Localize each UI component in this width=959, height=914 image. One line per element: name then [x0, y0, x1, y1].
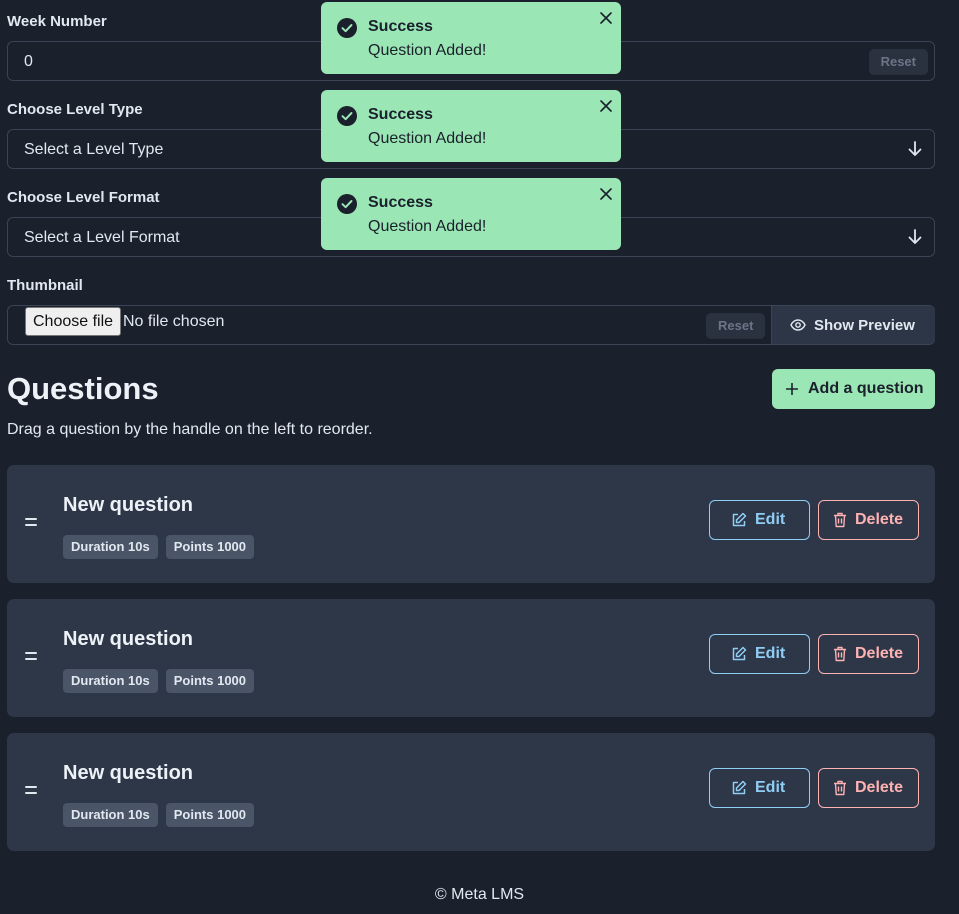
edit-label: Edit	[755, 511, 786, 528]
show-preview-button[interactable]: Show Preview	[771, 306, 935, 344]
success-toast: Success Question Added!	[321, 90, 621, 162]
success-toast: Success Question Added!	[321, 2, 621, 74]
trash-icon	[834, 780, 846, 796]
points-badge: Points 1000	[165, 669, 255, 693]
edit-icon	[732, 512, 747, 527]
toast-message: Question Added!	[368, 218, 487, 235]
check-circle-icon	[337, 18, 357, 38]
add-question-label: Add a question	[808, 380, 924, 397]
week-reset-button[interactable]: Reset	[868, 49, 928, 75]
edit-button[interactable]: Edit	[709, 768, 810, 808]
question-card: New question Duration 10s Points 1000 Ed…	[7, 733, 935, 851]
toast-message: Question Added!	[368, 130, 487, 147]
add-question-button[interactable]: Add a question	[772, 369, 935, 409]
duration-badge: Duration 10s	[63, 535, 158, 559]
edit-button[interactable]: Edit	[709, 634, 810, 674]
plus-icon	[786, 383, 798, 395]
check-circle-icon	[337, 194, 357, 214]
close-icon[interactable]	[600, 188, 612, 200]
points-badge: Points 1000	[165, 535, 255, 559]
level-format-label: Choose Level Format	[7, 189, 160, 206]
eye-icon	[790, 319, 806, 331]
level-format-value: Select a Level Format	[24, 229, 180, 246]
show-preview-label: Show Preview	[814, 316, 915, 334]
question-title: New question	[63, 494, 194, 516]
questions-description: Drag a question by the handle on the lef…	[7, 421, 373, 438]
level-type-label: Choose Level Type	[7, 101, 143, 118]
thumbnail-label: Thumbnail	[7, 277, 83, 294]
trash-icon	[834, 646, 846, 662]
question-card: New question Duration 10s Points 1000 Ed…	[7, 465, 935, 583]
delete-label: Delete	[855, 779, 904, 796]
toast-title: Success	[368, 106, 433, 123]
delete-button[interactable]: Delete	[818, 500, 919, 540]
file-status-text: No file chosen	[123, 313, 225, 330]
question-title: New question	[63, 628, 194, 650]
delete-label: Delete	[855, 645, 904, 662]
edit-icon	[732, 646, 747, 661]
duration-badge: Duration 10s	[63, 803, 158, 827]
success-toast: Success Question Added!	[321, 178, 621, 250]
check-circle-icon	[337, 106, 357, 126]
edit-label: Edit	[755, 645, 786, 662]
question-card: New question Duration 10s Points 1000 Ed…	[7, 599, 935, 717]
week-number-label: Week Number	[7, 13, 107, 30]
arrow-down-icon	[908, 229, 922, 244]
toast-title: Success	[368, 18, 433, 35]
thumbnail-field: Choose file No file chosen Reset Show Pr…	[7, 305, 935, 345]
edit-button[interactable]: Edit	[709, 500, 810, 540]
questions-heading: Questions	[7, 371, 159, 406]
week-number-value: 0	[24, 53, 33, 70]
delete-label: Delete	[855, 511, 904, 528]
level-type-value: Select a Level Type	[24, 141, 164, 158]
toast-message: Question Added!	[368, 42, 487, 59]
close-icon[interactable]	[600, 100, 612, 112]
delete-button[interactable]: Delete	[818, 634, 919, 674]
close-icon[interactable]	[600, 12, 612, 24]
edit-icon	[732, 780, 747, 795]
duration-badge: Duration 10s	[63, 669, 158, 693]
question-title: New question	[63, 762, 194, 784]
drag-handle-icon[interactable]	[25, 518, 37, 526]
delete-button[interactable]: Delete	[818, 768, 919, 808]
toast-title: Success	[368, 194, 433, 211]
footer-copyright: © Meta LMS	[434, 886, 525, 903]
edit-label: Edit	[755, 779, 786, 796]
arrow-down-icon	[908, 141, 922, 156]
trash-icon	[834, 512, 846, 528]
drag-handle-icon[interactable]	[25, 786, 37, 794]
drag-handle-icon[interactable]	[25, 652, 37, 660]
thumbnail-reset-button[interactable]: Reset	[706, 313, 766, 339]
points-badge: Points 1000	[165, 803, 255, 827]
choose-file-button[interactable]: Choose file	[25, 307, 122, 336]
